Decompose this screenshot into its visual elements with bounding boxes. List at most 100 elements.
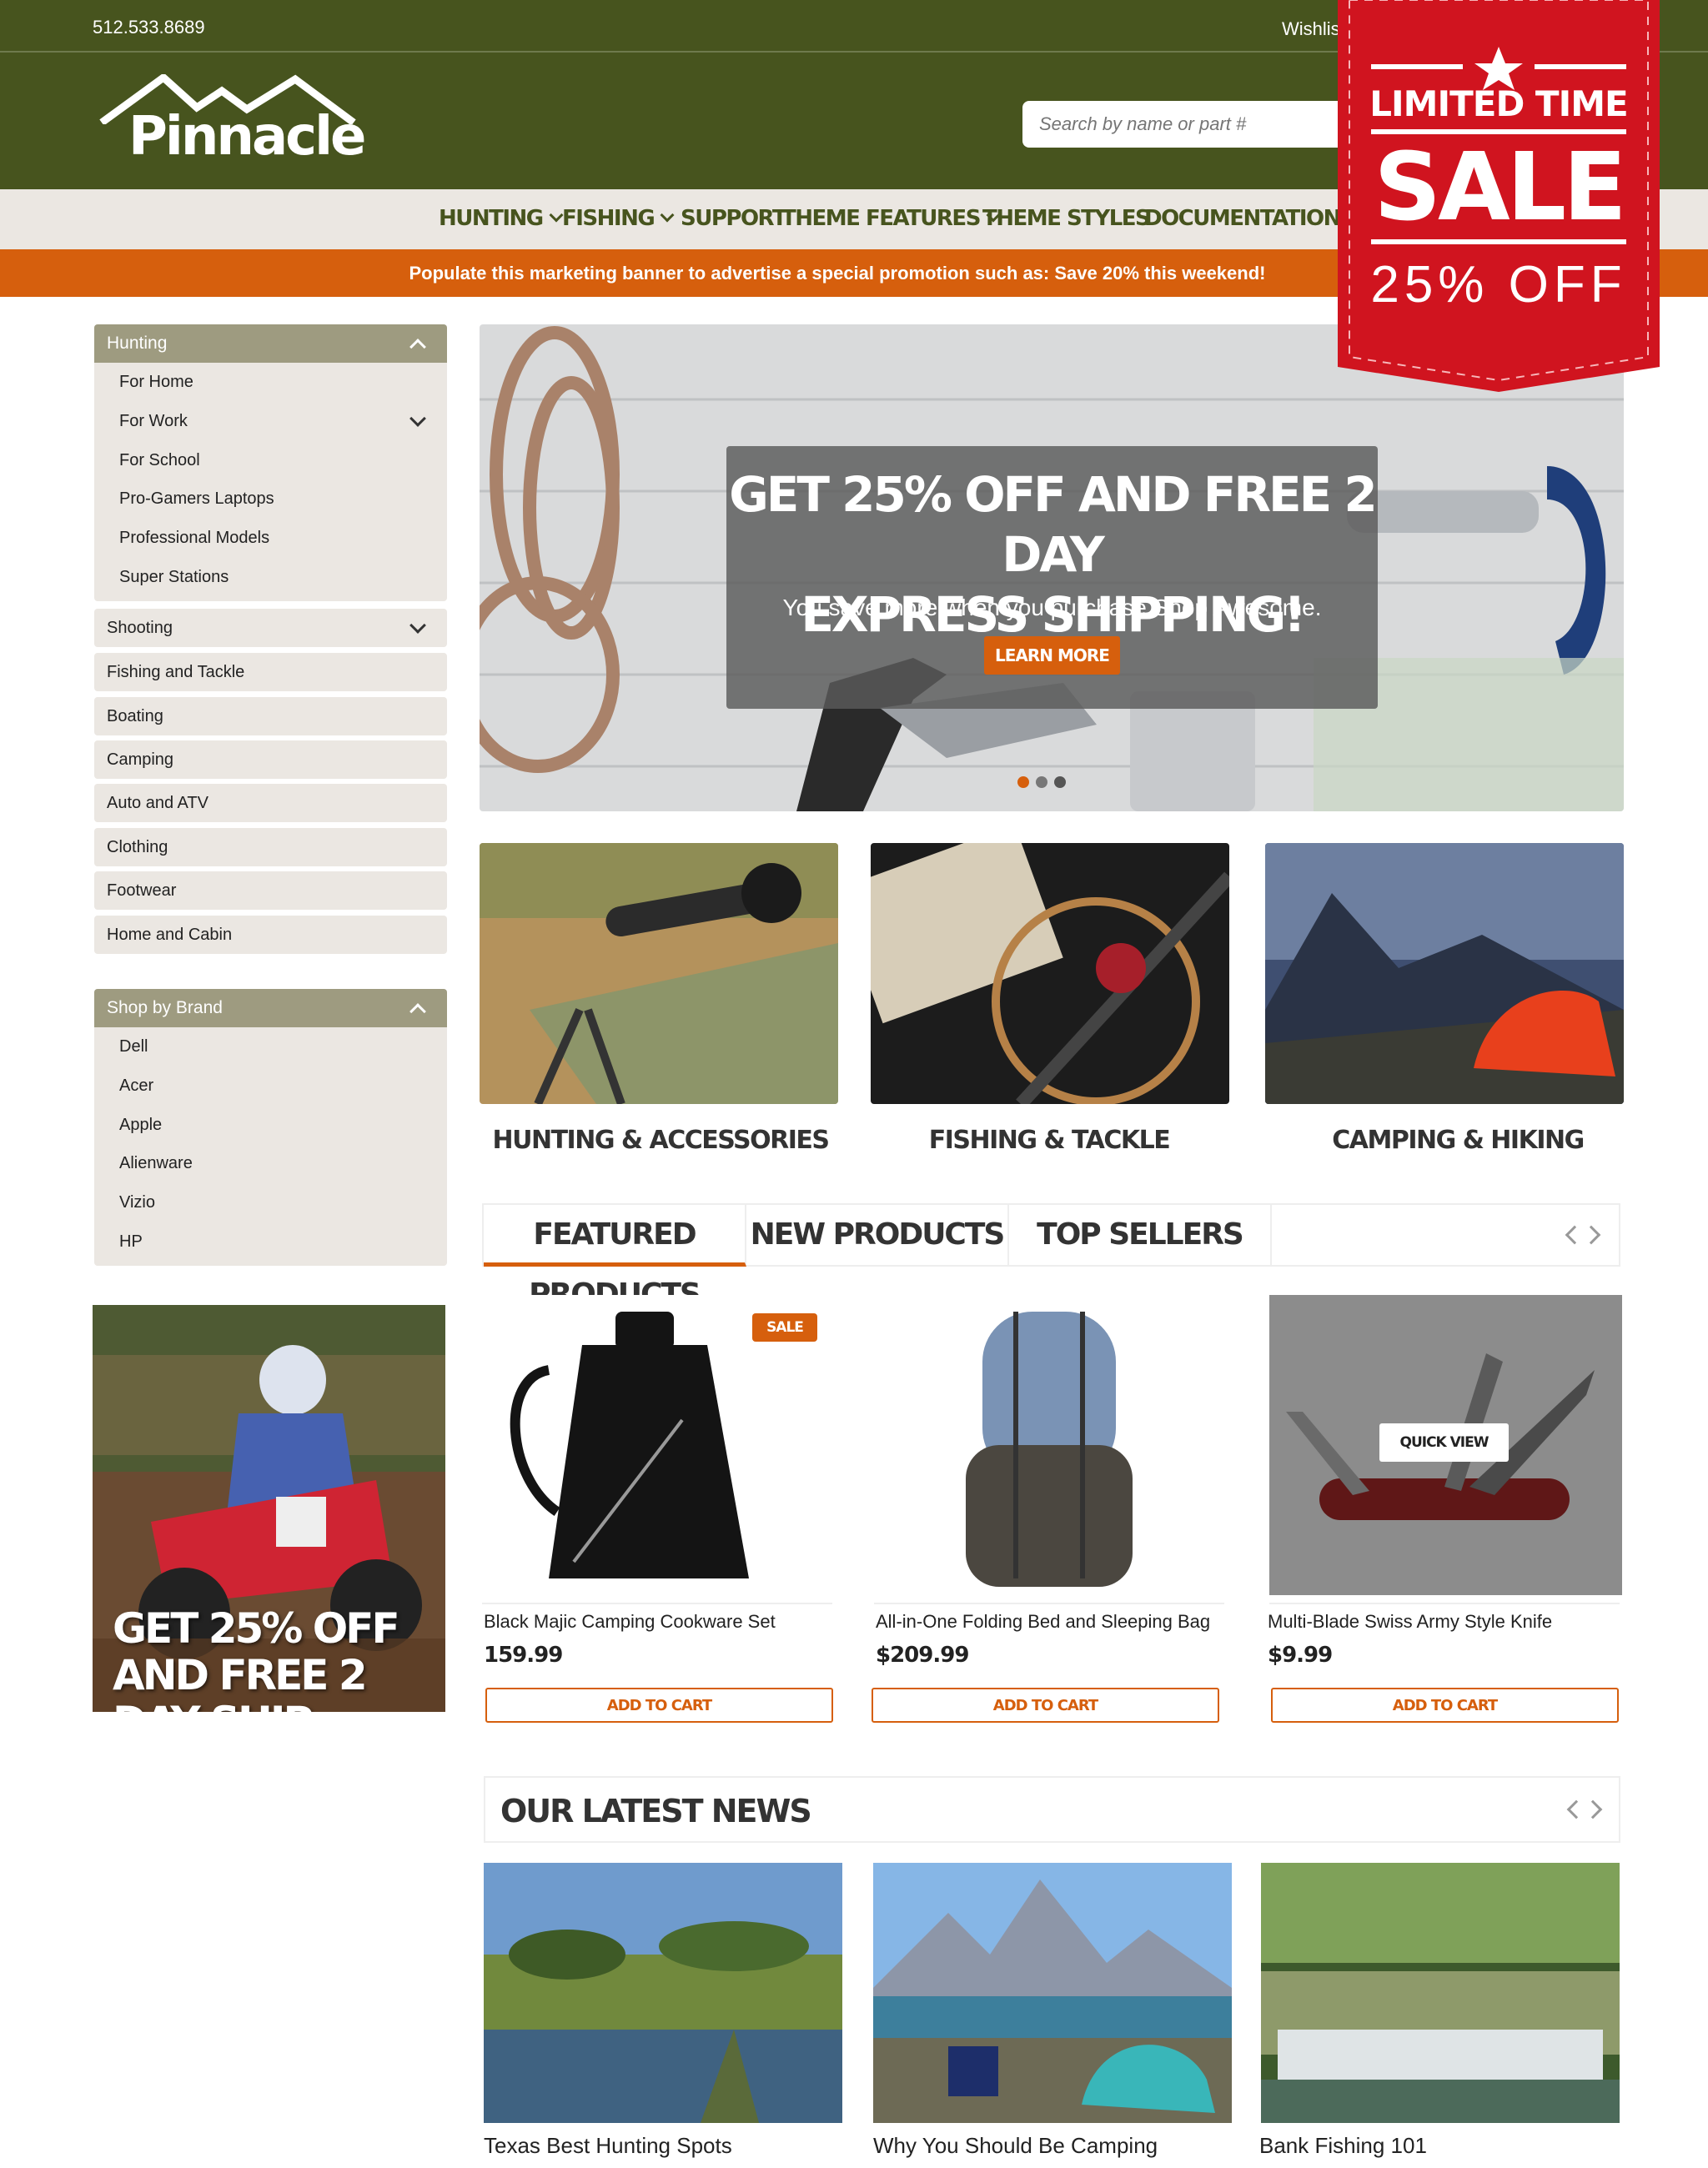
mountain-campsite-image <box>873 1863 1232 2123</box>
chevron-up-icon[interactable] <box>409 1003 426 1020</box>
category-label: Footwear <box>107 881 177 900</box>
ad-headline: GET 25% OFF AND FREE 2 DAY SHIP <box>113 1605 445 1712</box>
sidebar-category-auto-atv[interactable]: Auto and ATV <box>94 784 447 822</box>
sidebar-category-fishing[interactable]: Fishing and Tackle <box>94 653 447 691</box>
chevron-down-icon <box>549 208 564 223</box>
tab-top-sellers[interactable]: TOP SELLERS <box>1009 1205 1272 1267</box>
nav-theme-features[interactable]: THEME FEATURES <box>781 206 1001 231</box>
sidebar-item-super-stations[interactable]: Super Stations <box>119 568 229 587</box>
news-title-hunting[interactable]: Texas Best Hunting Spots <box>484 2133 732 2159</box>
hero-subtitle: You save more when you purchase Shop Awe… <box>782 595 1322 620</box>
tent-at-dusk-image <box>1265 843 1624 1104</box>
category-tile-camping[interactable] <box>1265 843 1624 1104</box>
product-price-sleeping-bag: $209.99 <box>876 1643 969 1668</box>
carousel-dot-1[interactable] <box>1017 776 1029 788</box>
product-name-knife[interactable]: Multi-Blade Swiss Army Style Knife <box>1268 1611 1552 1633</box>
category-tile-fishing[interactable] <box>871 843 1229 1104</box>
nav-theme-features-label: THEME FEATURES <box>781 206 981 231</box>
sidebar-item-for-home[interactable]: For Home <box>119 373 193 392</box>
news-image-camping[interactable] <box>873 1863 1232 2123</box>
tab-new-products[interactable]: NEW PRODUCTS <box>746 1205 1009 1267</box>
product-divider <box>482 1603 832 1604</box>
sidebar-category-shooting[interactable]: Shooting <box>94 609 447 647</box>
nav-fishing[interactable]: FISHING <box>562 206 675 231</box>
sidebar-category-boating[interactable]: Boating <box>94 697 447 735</box>
nav-hunting[interactable]: HUNTING <box>439 206 564 231</box>
carousel-dot-2[interactable] <box>1036 776 1047 788</box>
product-image-sleeping-bag[interactable] <box>874 1295 1227 1595</box>
category-label: Boating <box>107 707 163 725</box>
brand-item-acer[interactable]: Acer <box>119 1076 153 1096</box>
carousel-dot-3[interactable] <box>1054 776 1066 788</box>
sidebar-category-home-cabin[interactable]: Home and Cabin <box>94 916 447 954</box>
category-tile-hunting[interactable] <box>480 843 838 1104</box>
ribbon-limited-time: LIMITED TIME <box>1369 83 1628 124</box>
category-label-fishing[interactable]: FISHING & TACKLE <box>870 1126 1228 1155</box>
wishlist-link[interactable]: Wishlis <box>1282 18 1340 40</box>
product-price-knife: $9.99 <box>1268 1643 1333 1668</box>
sale-badge: SALE <box>752 1313 817 1342</box>
chevron-down-icon[interactable] <box>409 410 426 427</box>
nav-hunting-label: HUNTING <box>439 206 544 231</box>
sidebar-category-footwear[interactable]: Footwear <box>94 871 447 910</box>
news-title-fishing[interactable]: Bank Fishing 101 <box>1259 2133 1427 2159</box>
phone-number[interactable]: 512.533.8689 <box>93 17 205 38</box>
hero-overlay: GET 25% OFF AND FREE 2 DAY EXPRESS SHIPP… <box>726 446 1378 709</box>
latest-news-header: OUR LATEST NEWS <box>484 1776 1620 1843</box>
sidebar-item-professional-models[interactable]: Professional Models <box>119 529 269 548</box>
waterfall-creek-image <box>1261 1863 1620 2123</box>
nav-theme-styles-label: THEME STYLES <box>982 206 1151 231</box>
ribbon-discount: 25% OFF <box>1370 256 1627 314</box>
chevron-down-icon[interactable] <box>409 617 426 634</box>
sidebar-hunting-panel: For Home For Work For School Pro-Gamers … <box>94 363 447 601</box>
category-label: Home and Cabin <box>107 926 233 944</box>
chevron-right-icon[interactable] <box>1583 1799 1603 1819</box>
category-label-camping[interactable]: CAMPING & HIKING <box>1278 1126 1637 1155</box>
add-to-cart-button[interactable]: ADD TO CART <box>1271 1688 1619 1723</box>
product-tabs: FEATURED PRODUCTS NEW PRODUCTS TOP SELLE… <box>482 1203 1620 1312</box>
category-label-hunting[interactable]: HUNTING & ACCESSORIES <box>481 1126 840 1155</box>
brand-item-vizio[interactable]: Vizio <box>119 1193 155 1212</box>
news-image-fishing[interactable] <box>1261 1863 1620 2123</box>
limited-time-sale-ribbon[interactable]: LIMITED TIME SALE 25% OFF <box>1338 0 1660 392</box>
add-to-cart-button[interactable]: ADD TO CART <box>872 1688 1219 1723</box>
backpack-image <box>874 1295 1227 1595</box>
sidebar-item-for-school[interactable]: For School <box>119 451 200 470</box>
nav-support[interactable]: SUPPORT <box>681 206 787 231</box>
brand-item-alienware[interactable]: Alienware <box>119 1154 193 1173</box>
sidebar-item-for-work[interactable]: For Work <box>119 412 188 431</box>
category-label: Fishing and Tackle <box>107 663 245 681</box>
rifle-scope-image <box>480 843 838 1104</box>
nav-documentation[interactable]: DOCUMENTATION <box>1144 206 1361 231</box>
nav-theme-styles[interactable]: THEME STYLES <box>982 206 1151 231</box>
nav-fishing-label: FISHING <box>562 206 656 231</box>
sidebar-brand-header[interactable]: Shop by Brand <box>94 989 447 1027</box>
sidebar-hunting-header[interactable]: Hunting <box>94 324 447 363</box>
product-name-sleeping-bag[interactable]: All-in-One Folding Bed and Sleeping Bag <box>876 1611 1210 1633</box>
chevron-right-icon[interactable] <box>1581 1225 1601 1245</box>
sidebar-category-clothing[interactable]: Clothing <box>94 828 447 866</box>
sidebar-brand-title: Shop by Brand <box>107 998 223 1017</box>
sidebar-category-camping[interactable]: Camping <box>94 740 447 779</box>
latest-news-title: OUR LATEST NEWS <box>500 1793 812 1829</box>
add-to-cart-button[interactable]: ADD TO CART <box>485 1688 833 1723</box>
search-input[interactable] <box>1022 101 1373 148</box>
product-divider <box>1269 1603 1620 1604</box>
tab-featured-products[interactable]: FEATURED PRODUCTS <box>484 1205 746 1312</box>
category-label: Camping <box>107 750 174 769</box>
sidebar-item-pro-gamers-laptops[interactable]: Pro-Gamers Laptops <box>119 489 274 509</box>
news-title-camping[interactable]: Why You Should Be Camping <box>873 2133 1158 2159</box>
atv-promo-ad[interactable]: GET 25% OFF AND FREE 2 DAY SHIP <box>93 1305 445 1712</box>
brand-item-dell[interactable]: Dell <box>119 1037 148 1056</box>
category-label: Shooting <box>107 619 173 637</box>
pinnacle-logo[interactable]: Pinnacle <box>98 74 366 168</box>
product-divider <box>874 1603 1224 1604</box>
news-image-hunting[interactable] <box>484 1863 842 2123</box>
learn-more-button[interactable]: LEARN MORE <box>984 636 1120 675</box>
brand-item-apple[interactable]: Apple <box>119 1116 162 1135</box>
brand-item-hp[interactable]: HP <box>119 1232 143 1252</box>
hero-carousel[interactable]: GET 25% OFF AND FREE 2 DAY EXPRESS SHIPP… <box>480 324 1624 811</box>
quick-view-button[interactable]: QUICK VIEW <box>1379 1423 1509 1462</box>
chevron-up-icon[interactable] <box>409 339 426 355</box>
product-name-coffee-pot[interactable]: Black Majic Camping Cookware Set <box>484 1611 776 1633</box>
